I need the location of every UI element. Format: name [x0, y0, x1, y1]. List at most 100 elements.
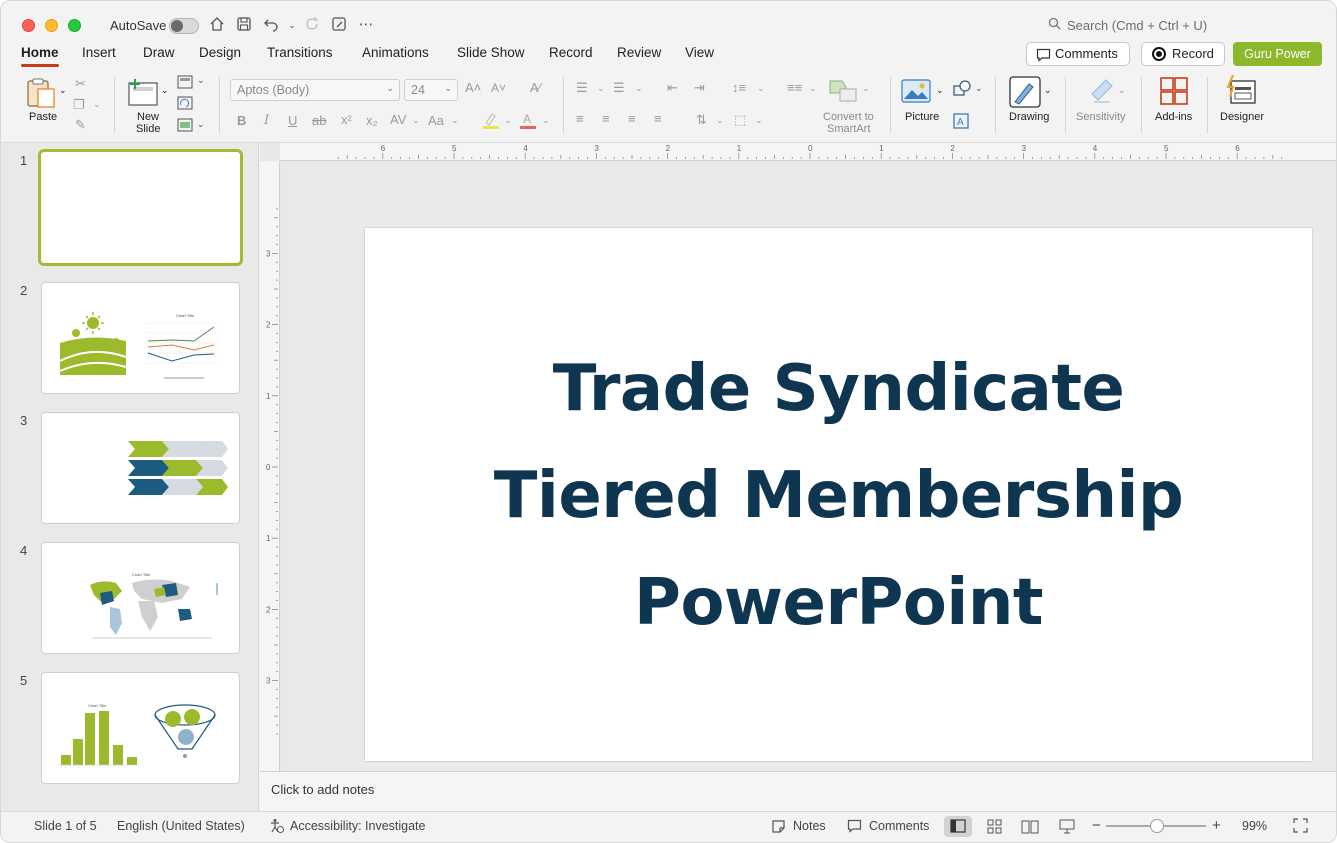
line-spacing-icon[interactable]: ↕≡	[732, 80, 746, 95]
tab-animations[interactable]: Animations	[362, 45, 429, 60]
sensitivity-icon[interactable]	[1088, 76, 1116, 109]
current-slide[interactable]: Trade Syndicate Tiered Membership PowerP…	[365, 228, 1312, 761]
slideshow-button[interactable]	[1053, 816, 1081, 837]
text-direction-icon[interactable]: ⇅	[696, 112, 707, 128]
tab-home[interactable]: Home	[21, 45, 59, 67]
undo-dropdown-icon[interactable]: ⌄	[283, 16, 301, 34]
slide-sorter-button[interactable]	[981, 816, 1009, 837]
tab-transitions[interactable]: Transitions	[267, 45, 333, 60]
slide-thumbnail-4[interactable]: Chart Title	[41, 542, 240, 654]
reading-view-button[interactable]	[1016, 816, 1044, 837]
smartart-dropdown-icon[interactable]: ⌄	[862, 83, 870, 94]
decrease-indent-icon[interactable]: ⇤	[667, 80, 678, 96]
addins-icon[interactable]	[1160, 77, 1188, 108]
font-size-select[interactable]: 24 ⌄	[404, 79, 458, 101]
smartart-icon[interactable]	[828, 77, 858, 106]
increase-indent-icon[interactable]: ⇥	[694, 80, 705, 96]
font-name-select[interactable]: Aptos (Body) ⌄	[230, 79, 400, 101]
minimize-window-button[interactable]	[45, 19, 58, 32]
accessibility-status[interactable]: Accessibility: Investigate	[290, 819, 425, 833]
align-center-icon[interactable]: ≡	[602, 111, 610, 126]
font-color-dropdown-icon[interactable]: ⌄	[542, 115, 550, 126]
undo-icon[interactable]	[262, 16, 280, 34]
fit-to-window-icon[interactable]	[1293, 818, 1308, 836]
underline-icon[interactable]: U	[288, 113, 297, 128]
reset-icon[interactable]	[177, 96, 193, 113]
section-icon[interactable]	[177, 118, 193, 135]
tab-insert[interactable]: Insert	[82, 45, 116, 60]
cut-icon[interactable]: ✂	[75, 76, 86, 92]
slide-thumbnail-5[interactable]: Chart Title	[41, 672, 240, 784]
shapes-dropdown-icon[interactable]: ⌄	[975, 83, 983, 94]
superscript-icon[interactable]: x²	[341, 112, 352, 127]
zoom-level[interactable]: 99%	[1242, 819, 1267, 833]
clear-formatting-icon[interactable]: A∕	[530, 80, 541, 95]
notes-toggle[interactable]: Notes	[793, 819, 826, 833]
tab-record[interactable]: Record	[549, 45, 593, 60]
format-painter-icon[interactable]: ✎	[75, 117, 86, 133]
align-text-dropdown-icon[interactable]: ⌄	[755, 115, 763, 126]
sensitivity-dropdown-icon[interactable]: ⌄	[1118, 85, 1126, 96]
close-window-button[interactable]	[22, 19, 35, 32]
copy-icon[interactable]: ❐	[73, 97, 85, 113]
comments-toggle[interactable]: Comments	[869, 819, 929, 833]
bold-icon[interactable]: B	[237, 113, 246, 128]
designer-icon[interactable]	[1225, 74, 1257, 108]
slide-thumbnail-2[interactable]: Chart Title	[41, 282, 240, 394]
section-dropdown-icon[interactable]: ⌄	[197, 119, 205, 130]
increase-font-icon[interactable]: A˄	[465, 80, 481, 95]
slide-thumbnail-3[interactable]	[41, 412, 240, 524]
home-icon[interactable]	[208, 16, 226, 34]
tab-view[interactable]: View	[685, 45, 714, 60]
paste-icon[interactable]	[25, 77, 59, 112]
comments-button[interactable]: Comments	[1026, 42, 1130, 66]
zoom-slider-handle[interactable]	[1150, 819, 1164, 833]
text-direction-dropdown-icon[interactable]: ⌄	[716, 115, 724, 126]
tab-design[interactable]: Design	[199, 45, 241, 60]
italic-icon[interactable]: I	[264, 113, 269, 128]
justify-icon[interactable]: ≡	[654, 111, 662, 126]
subscript-icon[interactable]: x₂	[366, 113, 378, 128]
align-text-icon[interactable]: ⬚	[734, 112, 746, 128]
numbering-dropdown-icon[interactable]: ⌄	[635, 83, 643, 94]
zoom-out-button[interactable]: −	[1092, 817, 1101, 834]
layout-dropdown-icon[interactable]: ⌄	[197, 75, 205, 86]
layout-icon[interactable]	[177, 75, 193, 92]
shapes-icon[interactable]	[953, 80, 971, 99]
columns-icon[interactable]: ≡≡	[787, 80, 802, 95]
highlight-dropdown-icon[interactable]: ⌄	[504, 115, 512, 126]
tab-review[interactable]: Review	[617, 45, 661, 60]
autosave-toggle[interactable]	[169, 18, 199, 34]
guru-power-button[interactable]: Guru Power	[1233, 42, 1322, 66]
new-slide-dropdown-icon[interactable]: ⌄	[161, 85, 169, 96]
language-status[interactable]: English (United States)	[117, 819, 245, 833]
more-options-icon[interactable]: ⋯	[357, 16, 375, 34]
font-color-icon[interactable]: A	[519, 111, 537, 132]
normal-view-button[interactable]	[944, 816, 972, 837]
strikethrough-icon[interactable]: ab	[312, 113, 326, 128]
drawing-icon[interactable]	[1009, 76, 1041, 111]
paste-dropdown-icon[interactable]: ⌄	[59, 85, 67, 96]
align-right-icon[interactable]: ≡	[628, 111, 636, 126]
tab-draw[interactable]: Draw	[143, 45, 175, 60]
bullets-dropdown-icon[interactable]: ⌄	[597, 83, 605, 94]
tab-slide-show[interactable]: Slide Show	[457, 45, 525, 60]
change-case-dropdown-icon[interactable]: ⌄	[451, 115, 459, 126]
zoom-in-button[interactable]: +	[1212, 817, 1221, 834]
character-spacing-icon[interactable]: AV	[390, 112, 406, 127]
redo-icon[interactable]	[303, 16, 321, 34]
save-icon[interactable]	[235, 16, 253, 34]
new-slide-icon[interactable]	[127, 77, 161, 110]
drawing-dropdown-icon[interactable]: ⌄	[1044, 85, 1052, 96]
zoom-window-button[interactable]	[68, 19, 81, 32]
decrease-font-icon[interactable]: A˅	[491, 81, 506, 95]
highlight-icon[interactable]	[482, 111, 500, 132]
change-case-icon[interactable]: Aa	[428, 113, 444, 128]
slide-title[interactable]: Trade Syndicate Tiered Membership PowerP…	[365, 336, 1312, 657]
text-box-icon[interactable]: A	[953, 113, 969, 132]
columns-dropdown-icon[interactable]: ⌄	[809, 83, 817, 94]
copy-dropdown-icon[interactable]: ⌄	[93, 99, 101, 110]
picture-icon[interactable]	[901, 79, 931, 106]
search-input[interactable]: Search (Cmd + Ctrl + U)	[1067, 18, 1207, 33]
align-left-icon[interactable]: ≡	[576, 111, 584, 126]
